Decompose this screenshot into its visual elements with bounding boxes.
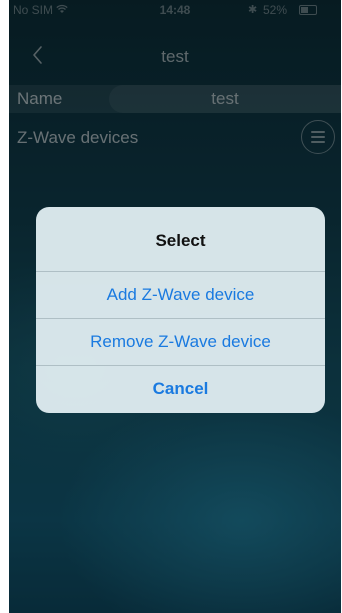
select-action-sheet: Select Add Z-Wave device Remove Z-Wave d… [36, 207, 325, 413]
app-screen: No SIM 14:48 ✱ 52% test Name test Z-Wave… [9, 0, 341, 613]
alert-title: Select [155, 231, 206, 250]
add-zwave-device-button[interactable]: Add Z-Wave device [36, 271, 325, 318]
cancel-button[interactable]: Cancel [36, 365, 325, 412]
remove-zwave-device-button[interactable]: Remove Z-Wave device [36, 318, 325, 365]
